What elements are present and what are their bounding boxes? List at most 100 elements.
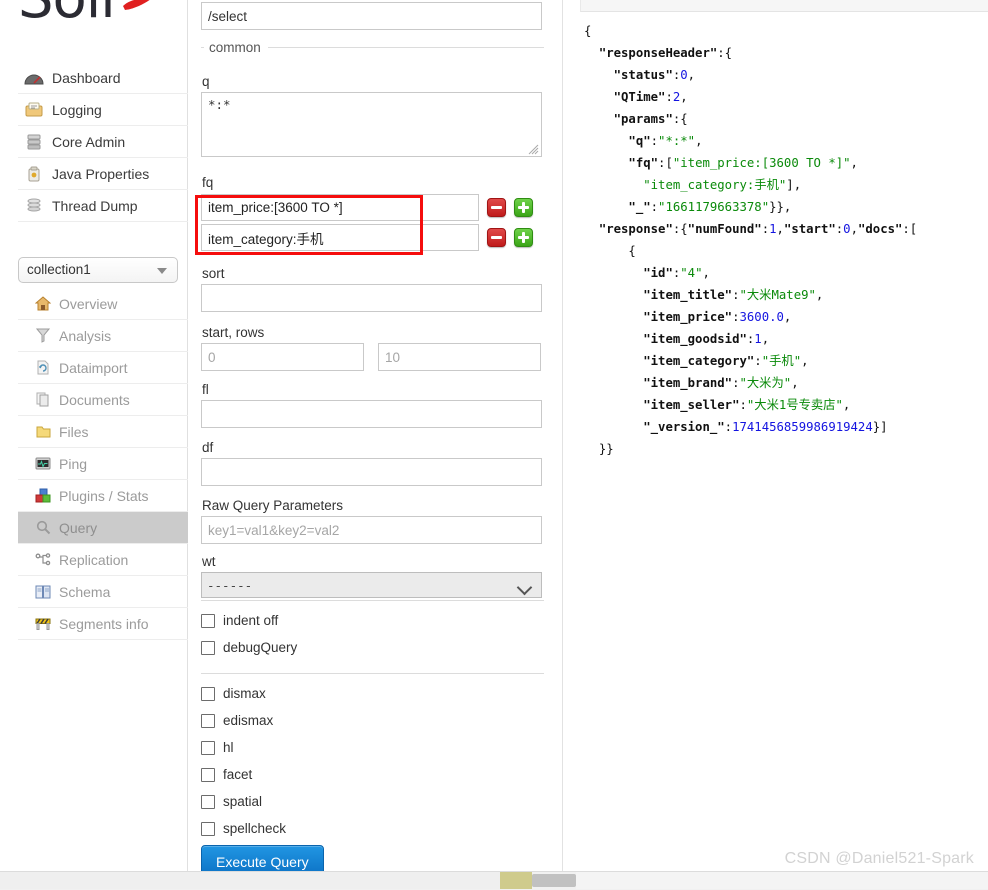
- divider: [201, 673, 544, 674]
- sidebar-item-label: Logging: [52, 101, 102, 118]
- checkbox-box[interactable]: [201, 713, 215, 728]
- solr-logo-text: Solr: [18, 0, 123, 31]
- scrollbar-track-left[interactable]: [0, 872, 500, 889]
- collection-select-value: collection1: [27, 262, 91, 277]
- sidebar-item-label: Analysis: [59, 327, 112, 344]
- checkbox-label: spellcheck: [223, 821, 287, 836]
- sidebar-item-plugins-stats[interactable]: Plugins / Stats: [18, 480, 188, 512]
- chevron-down-icon: [157, 268, 167, 274]
- sidebar-item-label: Segments info: [59, 615, 149, 632]
- fq-input-2[interactable]: [201, 224, 479, 251]
- fq-add-button-2[interactable]: [514, 228, 533, 247]
- checkbox-hl[interactable]: hl: [201, 734, 544, 761]
- replication-icon: [32, 551, 54, 569]
- sidebar-item-thread-dump[interactable]: Thread Dump: [18, 190, 188, 222]
- sidebar-item-query[interactable]: Query: [18, 512, 188, 544]
- scrollbar-marker: [500, 872, 532, 889]
- query-result-panel: { "responseHeader":{ "status":0, "QTime"…: [564, 0, 988, 872]
- sidebar-item-label: Schema: [59, 583, 111, 600]
- folder-icon: [32, 423, 54, 441]
- checkbox-box[interactable]: [201, 640, 215, 655]
- sort-field-group: sort: [201, 266, 542, 312]
- fq-remove-button-2[interactable]: [487, 228, 506, 247]
- checkbox-indent-off[interactable]: indent off: [201, 607, 544, 634]
- q-input[interactable]: *:*: [201, 92, 542, 157]
- schema-icon: [32, 583, 54, 601]
- sidebar-item-dashboard[interactable]: Dashboard: [18, 62, 188, 94]
- fl-input[interactable]: [201, 400, 542, 428]
- collection-select[interactable]: collection1: [18, 257, 178, 283]
- sidebar-item-label: Thread Dump: [52, 197, 138, 214]
- sidebar: Solr Dashboard: [0, 0, 188, 872]
- sidebar-item-label: Java Properties: [52, 165, 150, 182]
- wt-label: wt: [202, 554, 216, 569]
- horizontal-scrollbar[interactable]: [0, 871, 988, 890]
- sidebar-item-label: Documents: [59, 391, 130, 408]
- checkbox-spatial[interactable]: spatial: [201, 788, 544, 815]
- sidebar-item-label: Dataimport: [59, 359, 128, 376]
- sidebar-item-schema[interactable]: Schema: [18, 576, 188, 608]
- scrollbar-track-right[interactable]: [576, 872, 988, 889]
- java-properties-icon: [22, 164, 46, 184]
- sidebar-item-label: Query: [59, 519, 98, 536]
- thread-dump-icon: [22, 196, 46, 216]
- raw-query-params-group: Raw Query Parameters: [201, 498, 542, 544]
- checkbox-spellcheck[interactable]: spellcheck: [201, 815, 544, 842]
- checkbox-edismax[interactable]: edismax: [201, 707, 544, 734]
- start-input[interactable]: [201, 343, 364, 371]
- fq-input-1[interactable]: [201, 194, 479, 221]
- checkbox-box[interactable]: [201, 740, 215, 755]
- common-legend: common: [209, 40, 261, 55]
- sidebar-item-analysis[interactable]: Analysis: [18, 320, 188, 352]
- checkbox-box[interactable]: [201, 794, 215, 809]
- request-handler-input[interactable]: [201, 2, 542, 30]
- checkbox-box[interactable]: [201, 686, 215, 701]
- query-form-panel: common q *:* fq: [188, 0, 563, 879]
- checkbox-debugquery[interactable]: debugQuery: [201, 634, 544, 661]
- raw-query-params-label: Raw Query Parameters: [202, 498, 344, 513]
- wt-field-group: wt ------: [201, 554, 542, 598]
- scrollbar-thumb[interactable]: [532, 874, 576, 887]
- df-field-group: df: [201, 440, 542, 486]
- checkbox-facet[interactable]: facet: [201, 761, 544, 788]
- fq-row: [201, 193, 551, 222]
- q-label: q: [202, 74, 210, 89]
- sidebar-item-overview[interactable]: Overview: [18, 288, 188, 320]
- solr-admin-page: Solr Dashboard: [0, 0, 988, 890]
- rows-input[interactable]: [378, 343, 541, 371]
- sidebar-item-label: Overview: [59, 295, 118, 312]
- df-input[interactable]: [201, 458, 542, 486]
- sidebar-item-label: Core Admin: [52, 133, 126, 150]
- checkbox-box[interactable]: [201, 767, 215, 782]
- checkbox-box[interactable]: [201, 821, 215, 836]
- logging-icon: [22, 100, 46, 120]
- home-icon: [32, 295, 54, 313]
- watermark-text: CSDN @Daniel521-Spark: [784, 850, 974, 867]
- start-rows-label: start, rows: [202, 325, 265, 340]
- raw-query-params-input[interactable]: [201, 516, 542, 544]
- sidebar-item-replication[interactable]: Replication: [18, 544, 188, 576]
- checkbox-label: edismax: [223, 713, 274, 728]
- sidebar-item-files[interactable]: Files: [18, 416, 188, 448]
- df-label: df: [202, 440, 214, 455]
- checkbox-label: dismax: [223, 686, 266, 701]
- result-panel-topbar: [580, 0, 988, 12]
- sidebar-item-logging[interactable]: Logging: [18, 94, 188, 126]
- sidebar-item-dataimport[interactable]: Dataimport: [18, 352, 188, 384]
- checkbox-dismax[interactable]: dismax: [201, 680, 544, 707]
- ping-icon: [32, 455, 54, 473]
- sidebar-item-ping[interactable]: Ping: [18, 448, 188, 480]
- fq-remove-button-1[interactable]: [487, 198, 506, 217]
- sidebar-item-documents[interactable]: Documents: [18, 384, 188, 416]
- output-options-group: indent off debugQuery: [201, 600, 544, 661]
- sidebar-item-core-admin[interactable]: Core Admin: [18, 126, 188, 158]
- sidebar-item-segments-info[interactable]: Segments info: [18, 608, 188, 640]
- wt-select[interactable]: ------: [201, 572, 542, 598]
- plugins-icon: [32, 487, 54, 505]
- sidebar-item-java-properties[interactable]: Java Properties: [18, 158, 188, 190]
- core-admin-icon: [22, 132, 46, 152]
- checkbox-box[interactable]: [201, 613, 215, 628]
- fq-add-button-1[interactable]: [514, 198, 533, 217]
- sort-label: sort: [202, 266, 225, 281]
- sort-input[interactable]: [201, 284, 542, 312]
